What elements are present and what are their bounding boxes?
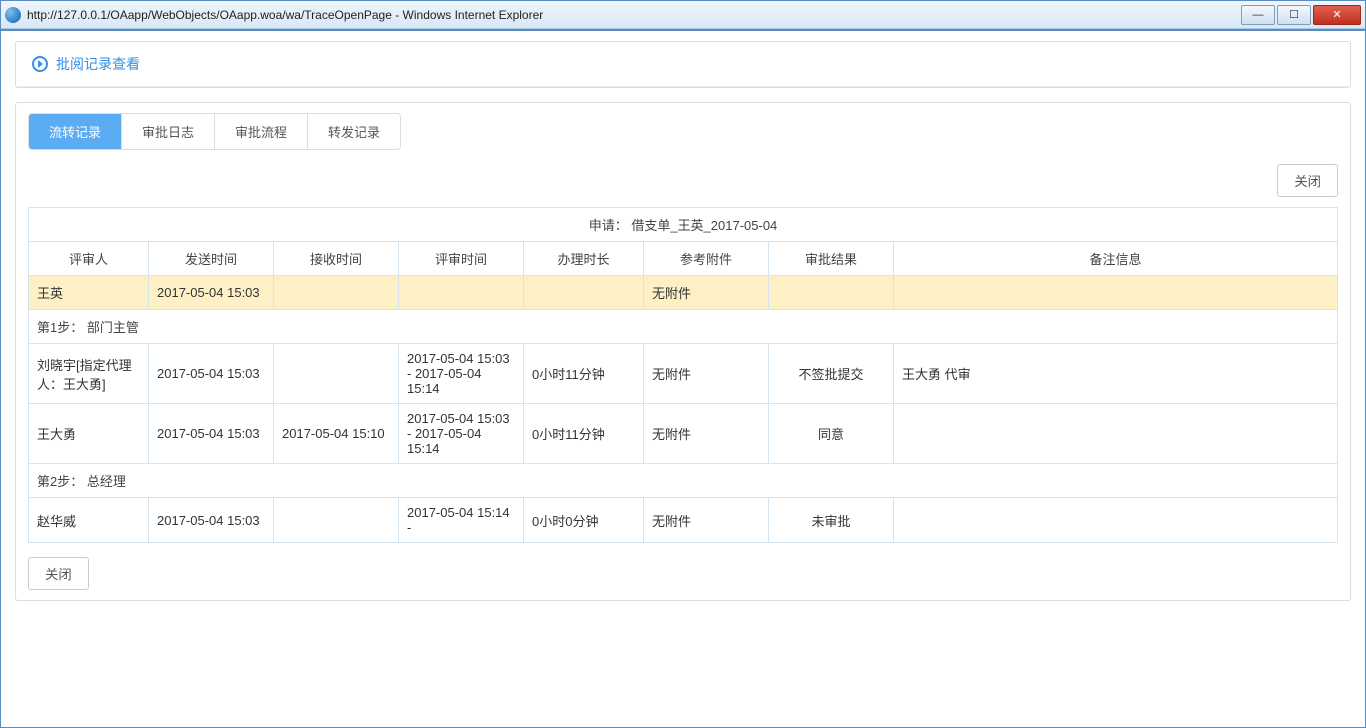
page-header: 批阅记录查看 <box>16 42 1350 87</box>
content-area: 批阅记录查看 流转记录审批日志审批流程转发记录 关闭 申请： 借支单_王英_20… <box>1 29 1365 727</box>
page-title: 批阅记录查看 <box>56 54 140 74</box>
tabs: 流转记录审批日志审批流程转发记录 <box>28 113 401 150</box>
cell-receive-time <box>274 276 399 310</box>
cell-send-time: 2017-05-04 15:03 <box>149 498 274 543</box>
window-close-button[interactable]: ✕ <box>1313 5 1361 25</box>
cell-receive-time <box>274 344 399 404</box>
col-duration: 办理时长 <box>524 242 644 276</box>
cell-review-time <box>399 276 524 310</box>
window: http://127.0.0.1/OAapp/WebObjects/OAapp.… <box>0 0 1366 728</box>
cell-send-time: 2017-05-04 15:03 <box>149 404 274 464</box>
cell-remark <box>894 498 1338 543</box>
flow-table: 申请： 借支单_王英_2017-05-04 评审人 发送时间 接收时间 评审时间… <box>28 207 1338 543</box>
tab-审批流程[interactable]: 审批流程 <box>215 114 308 149</box>
cell-remark: 王大勇 代审 <box>894 344 1338 404</box>
col-result: 审批结果 <box>769 242 894 276</box>
bottom-actions: 关闭 <box>28 557 1338 590</box>
step-label: 第2步： 总经理 <box>29 464 1338 498</box>
cell-reviewer: 刘晓宇[指定代理人：王大勇] <box>29 344 149 404</box>
cell-result: 未审批 <box>769 498 894 543</box>
col-attachment: 参考附件 <box>644 242 769 276</box>
minimize-button[interactable]: — <box>1241 5 1275 25</box>
table-body: 王英2017-05-04 15:03无附件第1步： 部门主管刘晓宇[指定代理人：… <box>29 276 1338 543</box>
tab-转发记录[interactable]: 转发记录 <box>308 114 400 149</box>
cell-review-time: 2017-05-04 15:03 - 2017-05-04 15:14 <box>399 404 524 464</box>
cell-duration <box>524 276 644 310</box>
arrow-right-icon <box>32 56 48 72</box>
cell-attachment: 无附件 <box>644 498 769 543</box>
tab-流转记录[interactable]: 流转记录 <box>29 114 122 149</box>
cell-attachment: 无附件 <box>644 344 769 404</box>
close-button-top[interactable]: 关闭 <box>1277 164 1338 197</box>
cell-receive-time: 2017-05-04 15:10 <box>274 404 399 464</box>
cell-remark <box>894 276 1338 310</box>
cell-duration: 0小时0分钟 <box>524 498 644 543</box>
cell-reviewer: 王英 <box>29 276 149 310</box>
cell-attachment: 无附件 <box>644 276 769 310</box>
window-buttons: — ☐ ✕ <box>1239 5 1361 25</box>
step-label: 第1步： 部门主管 <box>29 310 1338 344</box>
table-row: 刘晓宇[指定代理人：王大勇]2017-05-04 15:03 2017-05-04… <box>29 344 1338 404</box>
tab-审批日志[interactable]: 审批日志 <box>122 114 215 149</box>
col-remark: 备注信息 <box>894 242 1338 276</box>
titlebar: http://127.0.0.1/OAapp/WebObjects/OAapp.… <box>1 1 1365 29</box>
cell-result <box>769 276 894 310</box>
cell-duration: 0小时11分钟 <box>524 404 644 464</box>
col-send-time: 发送时间 <box>149 242 274 276</box>
ie-icon <box>5 7 21 23</box>
maximize-button[interactable]: ☐ <box>1277 5 1311 25</box>
cell-reviewer: 赵华威 <box>29 498 149 543</box>
cell-result: 不签批提交 <box>769 344 894 404</box>
top-actions: 关闭 <box>28 164 1338 197</box>
cell-send-time: 2017-05-04 15:03 <box>149 276 274 310</box>
table-caption: 申请： 借支单_王英_2017-05-04 <box>29 208 1338 242</box>
page-header-panel: 批阅记录查看 <box>15 41 1351 88</box>
step-row: 第2步： 总经理 <box>29 464 1338 498</box>
table-row: 王英2017-05-04 15:03 无附件 <box>29 276 1338 310</box>
cell-review-time: 2017-05-04 15:03 - 2017-05-04 15:14 <box>399 344 524 404</box>
col-reviewer: 评审人 <box>29 242 149 276</box>
cell-result: 同意 <box>769 404 894 464</box>
cell-receive-time <box>274 498 399 543</box>
window-title: http://127.0.0.1/OAapp/WebObjects/OAapp.… <box>27 8 1239 22</box>
cell-duration: 0小时11分钟 <box>524 344 644 404</box>
col-receive-time: 接收时间 <box>274 242 399 276</box>
cell-reviewer: 王大勇 <box>29 404 149 464</box>
table-caption-row: 申请： 借支单_王英_2017-05-04 <box>29 208 1338 242</box>
cell-send-time: 2017-05-04 15:03 <box>149 344 274 404</box>
table-row: 王大勇2017-05-04 15:032017-05-04 15:102017-… <box>29 404 1338 464</box>
close-button-bottom[interactable]: 关闭 <box>28 557 89 590</box>
table-header-row: 评审人 发送时间 接收时间 评审时间 办理时长 参考附件 审批结果 备注信息 <box>29 242 1338 276</box>
cell-remark <box>894 404 1338 464</box>
step-row: 第1步： 部门主管 <box>29 310 1338 344</box>
col-review-time: 评审时间 <box>399 242 524 276</box>
table-row: 赵华威2017-05-04 15:03 2017-05-04 15:14 -0小时… <box>29 498 1338 543</box>
cell-attachment: 无附件 <box>644 404 769 464</box>
main-panel: 流转记录审批日志审批流程转发记录 关闭 申请： 借支单_王英_2017-05-0… <box>15 102 1351 601</box>
cell-review-time: 2017-05-04 15:14 - <box>399 498 524 543</box>
